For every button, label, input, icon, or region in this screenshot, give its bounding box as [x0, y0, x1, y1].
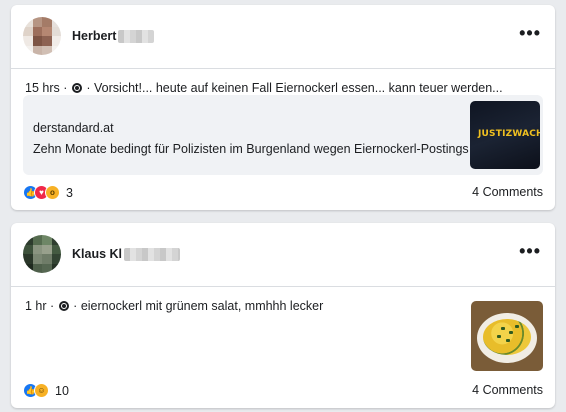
food-shape	[483, 319, 531, 355]
herb-shape	[501, 327, 505, 330]
author-name[interactable]: Herbert	[72, 29, 155, 44]
reaction-count[interactable]: 10	[55, 384, 69, 398]
herb-shape	[506, 339, 510, 342]
comments-link[interactable]: 4 Comments	[472, 185, 543, 199]
blurred-surname	[118, 30, 155, 44]
post-meta: 1 hr · · eiernockerl mit grünem salat, m…	[25, 299, 323, 313]
link-thumbnail[interactable]: JUSTIZWACHE	[470, 101, 540, 169]
reactions-summary[interactable]: 👍 ♥ o 3	[23, 185, 73, 200]
globe-icon	[58, 301, 69, 311]
author-avatar[interactable]	[23, 17, 61, 55]
post-header: Herbert •••	[11, 5, 555, 69]
author-name-text[interactable]: Herbert	[72, 29, 116, 43]
post-text: eiernockerl mit grünem salat, mmhhh leck…	[80, 299, 324, 313]
meta-separator: ·	[86, 81, 91, 95]
post-text: Vorsicht!... heute auf keinen Fall Eiern…	[94, 81, 503, 95]
blurred-surname	[124, 248, 181, 262]
link-title: Zehn Monate bedingt für Polizisten im Bu…	[33, 142, 469, 156]
post-card: Klaus Kl ••• 1 hr · · eiernockerl mit gr…	[11, 223, 555, 408]
post-meta: 15 hrs · · Vorsicht!... heute auf keinen…	[25, 81, 503, 95]
author-avatar[interactable]	[23, 235, 61, 273]
thumbnail-label: JUSTIZWACHE	[478, 129, 540, 139]
post-photo[interactable]	[471, 301, 543, 371]
wow-icon: o	[45, 185, 60, 200]
meta-separator: ·	[50, 299, 55, 313]
post-time[interactable]: 15 hrs	[25, 81, 60, 95]
meta-separator: ·	[73, 299, 78, 313]
post-header: Klaus Kl •••	[11, 223, 555, 287]
more-options-icon[interactable]: •••	[519, 24, 541, 42]
herb-shape	[509, 331, 513, 334]
author-name-text[interactable]: Klaus Kl	[72, 247, 122, 261]
post-card: Herbert ••• 15 hrs · · Vorsicht!... heut…	[11, 5, 555, 210]
link-domain: derstandard.at	[33, 121, 114, 135]
meta-separator: ·	[63, 81, 68, 95]
more-options-icon[interactable]: •••	[519, 242, 541, 260]
herb-shape	[515, 325, 519, 328]
post-time[interactable]: 1 hr	[25, 299, 47, 313]
reaction-count[interactable]: 3	[66, 186, 73, 200]
globe-icon	[71, 83, 82, 93]
haha-icon: ☺	[34, 383, 49, 398]
herb-shape	[497, 335, 501, 338]
link-preview[interactable]: derstandard.at Zehn Monate bedingt für P…	[23, 95, 543, 175]
author-name[interactable]: Klaus Kl	[72, 247, 181, 262]
reactions-summary[interactable]: 👍 ☺ 10	[23, 383, 69, 398]
comments-link[interactable]: 4 Comments	[472, 383, 543, 397]
